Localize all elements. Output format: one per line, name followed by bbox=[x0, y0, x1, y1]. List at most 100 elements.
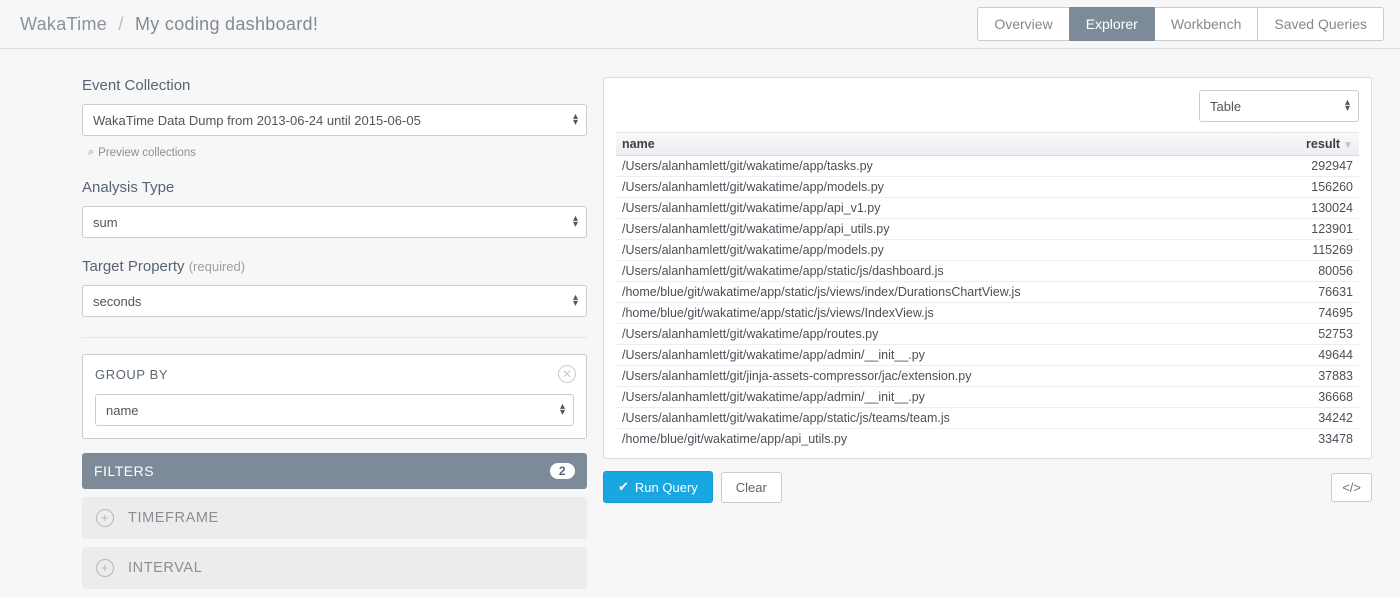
table-row[interactable]: /home/blue/git/wakatime/app/static/js/vi… bbox=[616, 303, 1359, 324]
chevron-updown-icon: ▴▾ bbox=[560, 404, 565, 416]
cell-name: /Users/alanhamlett/git/wakatime/app/stat… bbox=[616, 261, 1279, 282]
cell-name: /Users/alanhamlett/git/wakatime/app/task… bbox=[616, 156, 1279, 177]
cell-result: 130024 bbox=[1279, 198, 1359, 219]
table-row[interactable]: /Users/alanhamlett/git/wakatime/app/mode… bbox=[616, 240, 1359, 261]
chevron-updown-icon: ▴▾ bbox=[573, 114, 578, 126]
table-row[interactable]: /Users/alanhamlett/git/wakatime/app/stat… bbox=[616, 408, 1359, 429]
results-table: name result▼ /Users/alanhamlett/git/waka… bbox=[616, 133, 1359, 446]
timeframe-title: TIMEFRAME bbox=[128, 510, 219, 526]
query-form: Event Collection WakaTime Data Dump from… bbox=[82, 77, 587, 597]
table-row[interactable]: /home/blue/git/wakatime/app/api_utils.py… bbox=[616, 429, 1359, 447]
table-row[interactable]: /Users/alanhamlett/git/jinja-assets-comp… bbox=[616, 366, 1359, 387]
table-row[interactable]: /Users/alanhamlett/git/wakatime/app/api_… bbox=[616, 198, 1359, 219]
groupby-title: GROUP BY bbox=[95, 367, 574, 382]
preview-collections-label: Preview collections bbox=[98, 147, 196, 159]
timeframe-accordion[interactable]: + TIMEFRAME bbox=[82, 497, 587, 539]
table-row[interactable]: /home/blue/git/wakatime/app/static/js/vi… bbox=[616, 282, 1359, 303]
breadcrumb: WakaTime / My coding dashboard! bbox=[20, 14, 318, 35]
cell-name: /Users/alanhamlett/git/wakatime/app/api_… bbox=[616, 198, 1279, 219]
target-property-select[interactable]: seconds ▴▾ bbox=[82, 285, 587, 317]
cell-name: /Users/alanhamlett/git/wakatime/app/mode… bbox=[616, 177, 1279, 198]
table-row[interactable]: /Users/alanhamlett/git/wakatime/app/admi… bbox=[616, 387, 1359, 408]
filters-count-badge: 2 bbox=[550, 463, 575, 479]
search-icon: ⌕ bbox=[88, 146, 94, 159]
target-property-label: Target Property (required) bbox=[82, 258, 587, 275]
sort-desc-icon: ▼ bbox=[1343, 140, 1353, 151]
col-name[interactable]: name bbox=[616, 133, 1279, 156]
nav-tabs: Overview Explorer Workbench Saved Querie… bbox=[978, 7, 1384, 41]
filters-accordion[interactable]: FILTERS 2 bbox=[82, 453, 587, 489]
cell-name: /home/blue/git/wakatime/app/api_utils.py bbox=[616, 429, 1279, 447]
cell-name: /Users/alanhamlett/git/wakatime/app/api_… bbox=[616, 219, 1279, 240]
analysis-type-select[interactable]: sum ▴▾ bbox=[82, 206, 587, 238]
groupby-remove-icon[interactable]: ✕ bbox=[558, 365, 576, 383]
interval-title: INTERVAL bbox=[128, 560, 202, 576]
cell-result: 49644 bbox=[1279, 345, 1359, 366]
table-row[interactable]: /Users/alanhamlett/git/wakatime/app/task… bbox=[616, 156, 1359, 177]
cell-result: 52753 bbox=[1279, 324, 1359, 345]
table-row[interactable]: /Users/alanhamlett/git/wakatime/app/rout… bbox=[616, 324, 1359, 345]
preview-collections-link[interactable]: ⌕ Preview collections bbox=[88, 146, 587, 159]
cell-result: 115269 bbox=[1279, 240, 1359, 261]
topbar: WakaTime / My coding dashboard! Overview… bbox=[0, 0, 1400, 49]
filters-title: FILTERS bbox=[94, 463, 154, 479]
plus-icon: + bbox=[96, 509, 114, 527]
cell-name: /Users/alanhamlett/git/wakatime/app/mode… bbox=[616, 240, 1279, 261]
action-bar: ✔ Run Query Clear </> bbox=[603, 471, 1372, 503]
event-collection-select[interactable]: WakaTime Data Dump from 2013-06-24 until… bbox=[82, 104, 587, 136]
breadcrumb-root[interactable]: WakaTime bbox=[20, 14, 107, 34]
results-table-wrap[interactable]: name result▼ /Users/alanhamlett/git/waka… bbox=[616, 132, 1359, 446]
cell-name: /home/blue/git/wakatime/app/static/js/vi… bbox=[616, 303, 1279, 324]
cell-name: /Users/alanhamlett/git/wakatime/app/rout… bbox=[616, 324, 1279, 345]
cell-result: 34242 bbox=[1279, 408, 1359, 429]
target-property-label-text: Target Property bbox=[82, 258, 185, 275]
breadcrumb-sep: / bbox=[118, 14, 123, 34]
cell-name: /home/blue/git/wakatime/app/static/js/vi… bbox=[616, 282, 1279, 303]
cell-name: /Users/alanhamlett/git/wakatime/app/admi… bbox=[616, 387, 1279, 408]
cell-result: 74695 bbox=[1279, 303, 1359, 324]
analysis-type-value: sum bbox=[93, 215, 118, 230]
target-property-value: seconds bbox=[93, 294, 141, 309]
run-query-label: Run Query bbox=[635, 480, 698, 495]
cell-name: /Users/alanhamlett/git/wakatime/app/admi… bbox=[616, 345, 1279, 366]
cell-result: 37883 bbox=[1279, 366, 1359, 387]
groupby-value: name bbox=[106, 403, 139, 418]
check-icon: ✔ bbox=[618, 479, 629, 495]
table-row[interactable]: /Users/alanhamlett/git/wakatime/app/stat… bbox=[616, 261, 1359, 282]
event-collection-label: Event Collection bbox=[82, 77, 587, 94]
groupby-select[interactable]: name ▴▾ bbox=[95, 394, 574, 426]
cell-result: 76631 bbox=[1279, 282, 1359, 303]
view-mode-value: Table bbox=[1210, 99, 1241, 114]
divider bbox=[82, 337, 587, 338]
cell-result: 33478 bbox=[1279, 429, 1359, 447]
interval-accordion[interactable]: + INTERVAL bbox=[82, 547, 587, 589]
cell-name: /Users/alanhamlett/git/wakatime/app/stat… bbox=[616, 408, 1279, 429]
tab-saved-queries[interactable]: Saved Queries bbox=[1257, 7, 1384, 41]
col-result-label: result bbox=[1306, 137, 1340, 151]
tab-explorer[interactable]: Explorer bbox=[1069, 7, 1155, 41]
clear-button[interactable]: Clear bbox=[721, 472, 782, 503]
chevron-updown-icon: ▴▾ bbox=[1345, 100, 1350, 112]
run-query-button[interactable]: ✔ Run Query bbox=[603, 471, 713, 503]
analysis-type-label: Analysis Type bbox=[82, 179, 587, 196]
view-mode-select[interactable]: Table ▴▾ bbox=[1199, 90, 1359, 122]
groupby-box: GROUP BY ✕ name ▴▾ bbox=[82, 354, 587, 439]
table-row[interactable]: /Users/alanhamlett/git/wakatime/app/admi… bbox=[616, 345, 1359, 366]
page-title: My coding dashboard! bbox=[135, 14, 318, 34]
event-collection-value: WakaTime Data Dump from 2013-06-24 until… bbox=[93, 113, 421, 128]
col-result[interactable]: result▼ bbox=[1279, 133, 1359, 156]
tab-overview[interactable]: Overview bbox=[977, 7, 1069, 41]
tab-workbench[interactable]: Workbench bbox=[1154, 7, 1259, 41]
chevron-updown-icon: ▴▾ bbox=[573, 216, 578, 228]
cell-name: /Users/alanhamlett/git/jinja-assets-comp… bbox=[616, 366, 1279, 387]
cell-result: 156260 bbox=[1279, 177, 1359, 198]
table-row[interactable]: /Users/alanhamlett/git/wakatime/app/mode… bbox=[616, 177, 1359, 198]
cell-result: 123901 bbox=[1279, 219, 1359, 240]
results-pane: Table ▴▾ name result▼ /Users/alanhamlett bbox=[603, 77, 1372, 597]
cell-result: 80056 bbox=[1279, 261, 1359, 282]
plus-icon: + bbox=[96, 559, 114, 577]
chevron-updown-icon: ▴▾ bbox=[573, 295, 578, 307]
code-toggle-button[interactable]: </> bbox=[1331, 473, 1372, 502]
cell-result: 292947 bbox=[1279, 156, 1359, 177]
table-row[interactable]: /Users/alanhamlett/git/wakatime/app/api_… bbox=[616, 219, 1359, 240]
